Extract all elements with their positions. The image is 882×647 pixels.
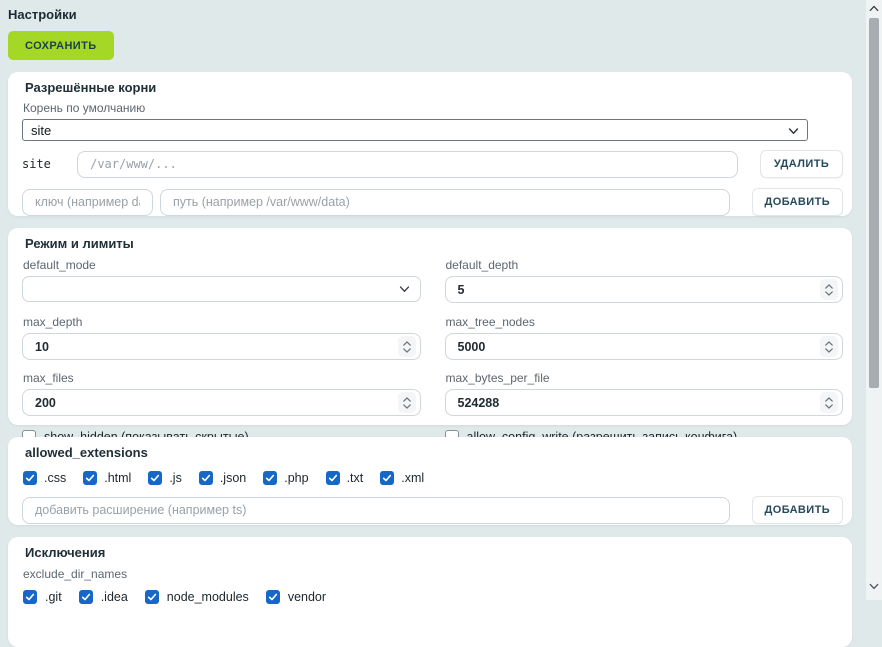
extension-checkbox-json[interactable]: .json (199, 470, 246, 486)
checkbox-checked[interactable] (380, 471, 394, 485)
delete-root-button[interactable]: УДАЛИТЬ (760, 150, 843, 178)
default-depth-field: default_depth (445, 252, 844, 303)
extensions-card: allowed_extensions .css .html .js .json … (8, 437, 852, 525)
extension-checkbox-html[interactable]: .html (83, 470, 131, 486)
add-extension-input[interactable] (22, 497, 730, 524)
checkmark-icon (81, 592, 91, 602)
max-files-label: max_files (23, 371, 421, 385)
exclusions-title: Исключения (25, 545, 843, 561)
checkbox-checked[interactable] (263, 471, 277, 485)
new-root-path-input[interactable] (160, 189, 730, 216)
extensions-title: allowed_extensions (25, 445, 843, 461)
default-depth-label: default_depth (446, 258, 844, 272)
max-depth-input[interactable] (22, 333, 421, 360)
add-root-row: ДОБАВИТЬ (22, 188, 843, 216)
checkmark-icon (25, 473, 35, 483)
default-depth-input[interactable] (445, 276, 844, 303)
exclude-dir-names-label: exclude_dir_names (23, 567, 843, 581)
checkbox-checked[interactable] (148, 471, 162, 485)
limits-card: Режим и лимиты default_mode default_dept… (8, 228, 852, 425)
max-bytes-per-file-field: max_bytes_per_file (445, 360, 844, 416)
scrollbar-thumb[interactable] (869, 18, 879, 388)
exclude-checkbox-git[interactable]: .git (23, 589, 62, 605)
checkbox-checked[interactable] (326, 471, 340, 485)
checkbox-checked[interactable] (23, 471, 37, 485)
limits-title: Режим и лимиты (25, 236, 843, 252)
extension-checkbox-js[interactable]: .js (148, 470, 182, 486)
extensions-row: .css .html .js .json .php .txt (23, 470, 843, 486)
settings-page: Настройки СОХРАНИТЬ Разрешённые корни Ко… (0, 0, 866, 600)
exclude-checkbox-node-modules[interactable]: node_modules (145, 589, 249, 605)
checkmark-icon (150, 473, 160, 483)
checkmark-icon (268, 592, 278, 602)
max-tree-nodes-label: max_tree_nodes (446, 315, 844, 329)
checkbox-checked[interactable] (145, 590, 159, 604)
checkbox-checked[interactable] (199, 471, 213, 485)
checkbox-checked[interactable] (23, 590, 37, 604)
exclude-dir-names-row: .git .idea node_modules vendor (23, 589, 843, 605)
chevron-down-icon (399, 282, 410, 296)
checkmark-icon (328, 473, 338, 483)
checkmark-icon (147, 592, 157, 602)
extension-checkbox-xml[interactable]: .xml (380, 470, 424, 486)
vertical-scrollbar[interactable] (866, 0, 882, 600)
extension-checkbox-txt[interactable]: .txt (326, 470, 364, 486)
exclude-checkbox-idea[interactable]: .idea (79, 589, 128, 605)
add-extension-row: ДОБАВИТЬ (22, 496, 843, 524)
max-tree-nodes-field: max_tree_nodes (445, 303, 844, 360)
max-tree-nodes-input[interactable] (445, 333, 844, 360)
allowed-roots-title: Разрешённые корни (25, 80, 843, 96)
root-key-label: site (22, 157, 77, 171)
number-spinner-icon[interactable] (820, 392, 838, 413)
extension-checkbox-css[interactable]: .css (23, 470, 66, 486)
checkbox-checked[interactable] (266, 590, 280, 604)
checkmark-icon (265, 473, 275, 483)
default-root-select[interactable]: site (22, 119, 808, 141)
root-path-input[interactable] (77, 151, 738, 178)
max-bytes-per-file-input[interactable] (445, 389, 844, 416)
checkbox-checked[interactable] (79, 590, 93, 604)
extension-checkbox-php[interactable]: .php (263, 470, 308, 486)
scrollbar-down-icon[interactable] (866, 579, 882, 593)
number-spinner-icon[interactable] (398, 392, 416, 413)
max-depth-label: max_depth (23, 315, 421, 329)
max-depth-field: max_depth (22, 303, 421, 360)
max-files-input[interactable] (22, 389, 421, 416)
number-spinner-icon[interactable] (820, 336, 838, 357)
chevron-down-icon (788, 123, 799, 138)
default-mode-select[interactable] (22, 276, 421, 302)
new-root-key-input[interactable] (22, 189, 153, 216)
add-extension-button[interactable]: ДОБАВИТЬ (752, 496, 844, 524)
checkmark-icon (85, 473, 95, 483)
exclusions-card: Исключения exclude_dir_names .git .idea … (8, 537, 852, 647)
checkmark-icon (382, 473, 392, 483)
checkbox-checked[interactable] (83, 471, 97, 485)
default-root-select-value: site (31, 123, 51, 138)
max-files-field: max_files (22, 360, 421, 416)
number-spinner-icon[interactable] (820, 279, 838, 300)
root-row: site УДАЛИТЬ (22, 150, 843, 178)
exclude-checkbox-vendor[interactable]: vendor (266, 589, 326, 605)
checkmark-icon (201, 473, 211, 483)
default-mode-field: default_mode (22, 252, 421, 303)
checkmark-icon (25, 592, 35, 602)
max-bytes-per-file-label: max_bytes_per_file (446, 371, 844, 385)
scrollbar-up-icon[interactable] (866, 1, 882, 15)
default-mode-label: default_mode (23, 258, 421, 272)
page-title: Настройки (8, 7, 860, 23)
allowed-roots-card: Разрешённые корни Корень по умолчанию si… (8, 72, 852, 216)
add-root-button[interactable]: ДОБАВИТЬ (752, 188, 844, 216)
save-button[interactable]: СОХРАНИТЬ (8, 31, 114, 60)
default-root-label: Корень по умолчанию (23, 101, 843, 115)
number-spinner-icon[interactable] (398, 336, 416, 357)
